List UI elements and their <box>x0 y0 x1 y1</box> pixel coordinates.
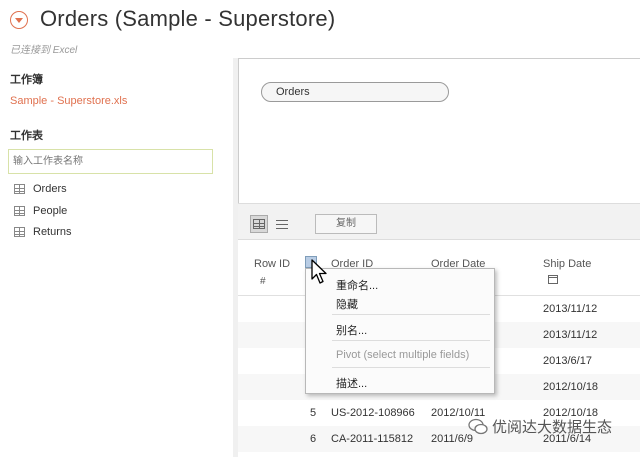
workbook-label: 工作簿 <box>10 74 43 86</box>
cell-ship-date: 2013/11/12 <box>543 329 598 341</box>
sheet-search-input[interactable] <box>8 149 213 174</box>
table-pill-orders[interactable]: Orders <box>261 82 449 102</box>
menu-item-rename[interactable]: 重命名... <box>336 277 378 293</box>
workbook-file-link[interactable]: Sample - Superstore.xls <box>10 95 127 107</box>
grid-toolbar: 复制 <box>238 203 640 240</box>
sheets-label: 工作表 <box>10 130 43 142</box>
sheet-table-icon <box>14 184 25 194</box>
datasource-menu-icon[interactable] <box>10 11 28 29</box>
cell-row-id: 6 <box>310 433 317 445</box>
menu-item-describe[interactable]: 描述... <box>336 375 367 391</box>
sidebar-item-label: People <box>33 205 68 217</box>
menu-item-pivot: Pivot (select multiple fields) <box>336 349 470 361</box>
column-context-menu: 重命名... 隐藏 别名... Pivot (select multiple f… <box>305 268 495 394</box>
menu-separator <box>332 367 490 368</box>
column-header-ship-date[interactable]: Ship Date <box>543 258 591 270</box>
grid-view-icon <box>253 219 265 229</box>
watermark: 优阅达大数据生态 <box>468 416 612 437</box>
copy-button[interactable]: 复制 <box>315 214 377 234</box>
cell-ship-date: 2013/11/12 <box>543 303 598 315</box>
sidebar-item-returns[interactable]: Returns <box>14 223 72 241</box>
sheet-table-icon <box>14 206 25 216</box>
cell-order-id: CA-2011-115812 <box>331 433 414 445</box>
cell-ship-date: 2012/10/18 <box>543 381 599 393</box>
sidebar: 工作簿 Sample - Superstore.xls 工作表 Orders P… <box>0 58 233 457</box>
sheet-table-icon <box>14 227 25 237</box>
list-view-icon <box>276 219 288 229</box>
column-header-row-id[interactable]: Row ID <box>254 258 290 270</box>
grid-view-button[interactable] <box>250 215 268 233</box>
wechat-icon <box>468 418 488 434</box>
number-type-icon[interactable]: # <box>260 276 266 287</box>
menu-item-hide[interactable]: 隐藏 <box>336 296 358 312</box>
page-header: Orders (Sample - Superstore) 已连接到 Excel <box>0 0 640 58</box>
sidebar-item-orders[interactable]: Orders <box>14 180 67 198</box>
mouse-cursor-icon <box>311 259 327 284</box>
sidebar-item-label: Orders <box>33 183 67 195</box>
cell-order-date: 2011/6/9 <box>431 433 474 445</box>
join-canvas[interactable]: Orders <box>238 58 640 203</box>
watermark-text: 优阅达大数据生态 <box>492 419 613 436</box>
menu-separator <box>332 314 490 315</box>
menu-item-alias[interactable]: 别名... <box>336 322 367 338</box>
sidebar-item-label: Returns <box>33 226 72 238</box>
calendar-icon[interactable] <box>548 274 558 287</box>
cell-ship-date: 2013/6/17 <box>543 355 592 367</box>
list-view-button[interactable] <box>273 215 291 233</box>
connection-status: 已连接到 Excel <box>10 45 78 56</box>
cell-order-id: US-2012-108966 <box>331 407 415 419</box>
page-title: Orders (Sample - Superstore) <box>40 6 336 31</box>
menu-separator <box>332 340 490 341</box>
sidebar-item-people[interactable]: People <box>14 202 67 220</box>
cell-row-id: 5 <box>310 407 317 419</box>
